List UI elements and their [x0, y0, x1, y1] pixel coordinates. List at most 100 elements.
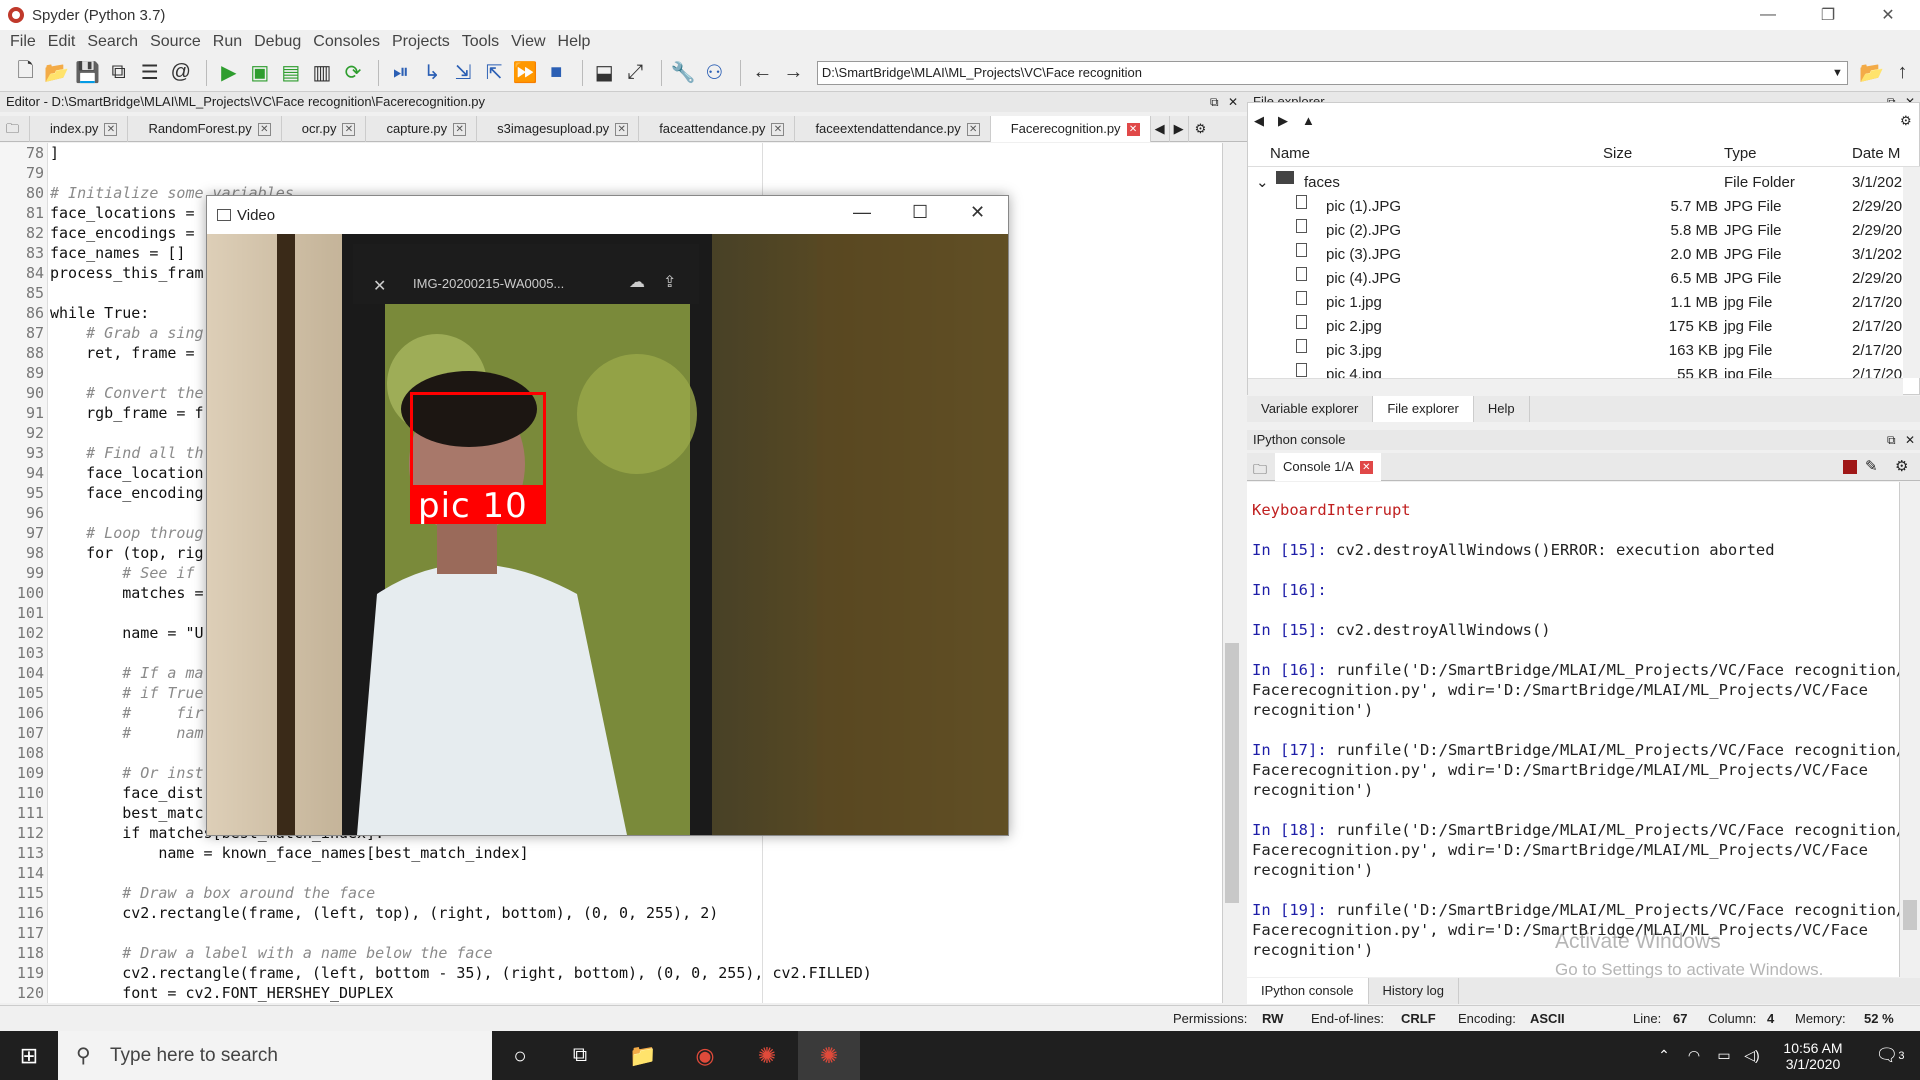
fullscreen-icon[interactable]: ⤢: [622, 59, 649, 87]
close-tab-icon[interactable]: ✕: [257, 122, 271, 136]
save-icon[interactable]: 💾: [74, 59, 101, 87]
browse-folder-icon[interactable]: 📂: [1858, 59, 1885, 87]
taskbar-search-box[interactable]: ⚲ Type here to search: [58, 1031, 492, 1080]
edit-icon[interactable]: ✎: [1865, 457, 1878, 475]
file-explorer-vscrollbar[interactable]: [1903, 167, 1920, 378]
menu-file[interactable]: File: [10, 33, 36, 51]
video-window[interactable]: Video — ☐ ✕ ✕ IMG-20200215-WA0005... ☁ ⇪…: [206, 195, 1009, 836]
wifi-icon[interactable]: ◠: [1680, 1031, 1708, 1080]
tab-facerecognition[interactable]: Facerecognition.py ✕: [990, 116, 1151, 142]
chrome-app-icon[interactable]: ◉: [674, 1031, 736, 1080]
tab-index[interactable]: index.py ✕: [30, 116, 129, 142]
minimize-button[interactable]: —: [1740, 0, 1796, 30]
close-tab-icon[interactable]: ✕: [1126, 122, 1140, 136]
close-tab-icon[interactable]: ✕: [966, 122, 980, 136]
file-row[interactable]: pic 3.jpg 163 KB jpg File 2/17/20: [1248, 339, 1903, 363]
col-type[interactable]: Type: [1724, 145, 1757, 162]
tab-s3imagesupload[interactable]: s3imagesupload.py ✕: [477, 116, 640, 142]
file-row[interactable]: pic (3).JPG 2.0 MB JPG File 3/1/202: [1248, 243, 1903, 267]
video-close-button[interactable]: ✕: [970, 202, 985, 223]
run-cell-icon[interactable]: ▣: [246, 59, 273, 87]
ipython-console-output[interactable]: KeyboardInterrupt In [15]: cv2.destroyAll…: [1247, 482, 1899, 977]
back-arrow-icon[interactable]: ←: [749, 59, 776, 87]
editor-options-gear-icon[interactable]: ⚙: [1189, 116, 1213, 142]
video-minimize-button[interactable]: —: [853, 202, 871, 223]
editor-scroll-thumb[interactable]: [1225, 643, 1239, 903]
console-scrollbar[interactable]: [1899, 482, 1919, 977]
file-row[interactable]: pic (4).JPG 6.5 MB JPG File 2/29/20: [1248, 267, 1903, 291]
working-directory-combobox[interactable]: D:\SmartBridge\MLAI\ML_Projects\VC\Face …: [816, 60, 1848, 85]
video-titlebar[interactable]: Video — ☐ ✕: [207, 196, 1008, 234]
open-file-icon[interactable]: 📂: [43, 59, 70, 87]
menu-search[interactable]: Search: [87, 33, 138, 51]
col-size[interactable]: Size: [1603, 145, 1632, 162]
close-tab-icon[interactable]: ✕: [104, 122, 118, 136]
run-icon[interactable]: ▶: [215, 59, 242, 87]
run-cell-advance-icon[interactable]: ▤: [277, 59, 304, 87]
rerun-icon[interactable]: ⟳: [339, 59, 366, 87]
menu-help[interactable]: Help: [558, 33, 591, 51]
browse-tabs-icon[interactable]: 🗀: [1253, 459, 1267, 483]
cortana-icon[interactable]: ○: [492, 1031, 548, 1080]
editor-scrollbar[interactable]: [1222, 143, 1240, 1003]
step-return-icon[interactable]: ⇱: [481, 59, 508, 87]
tab-history-log[interactable]: History log: [1369, 978, 1459, 1004]
tab-randomforest[interactable]: RandomForest.py ✕: [128, 116, 282, 142]
windows-start-icon[interactable]: ⊞: [0, 1031, 58, 1080]
parent-directory-icon[interactable]: ↑: [1889, 59, 1916, 87]
close-tab-icon[interactable]: ✕: [342, 122, 356, 136]
tab-file-explorer[interactable]: File explorer: [1373, 396, 1474, 422]
tab-help[interactable]: Help: [1474, 396, 1530, 422]
forward-icon[interactable]: ▶: [1278, 113, 1288, 129]
col-name[interactable]: Name: [1270, 145, 1310, 162]
outline-icon[interactable]: ☰: [136, 59, 163, 87]
close-tab-icon[interactable]: ✕: [453, 122, 467, 136]
tab-console-1a[interactable]: Console 1/A ✕: [1275, 453, 1381, 481]
back-icon[interactable]: ◀: [1254, 113, 1264, 129]
battery-icon[interactable]: ▭: [1710, 1031, 1738, 1080]
tab-capture[interactable]: capture.py ✕: [366, 116, 478, 142]
tab-faceextendattendance[interactable]: faceextendattendance.py ✕: [795, 116, 991, 142]
menu-tools[interactable]: Tools: [462, 33, 499, 51]
parent-icon[interactable]: ▲: [1302, 113, 1315, 128]
at-icon[interactable]: @: [167, 59, 194, 87]
console-scroll-thumb[interactable]: [1903, 900, 1917, 930]
forward-arrow-icon[interactable]: →: [780, 59, 807, 87]
menu-debug[interactable]: Debug: [254, 33, 301, 51]
step-icon[interactable]: ↳: [419, 59, 446, 87]
spyder-active-app-icon[interactable]: ✺: [798, 1031, 860, 1080]
menu-run[interactable]: Run: [213, 33, 242, 51]
file-row[interactable]: pic 2.jpg 175 KB jpg File 2/17/20: [1248, 315, 1903, 339]
tab-scroll-left-icon[interactable]: ◀: [1151, 116, 1170, 142]
volume-icon[interactable]: ◁): [1738, 1031, 1766, 1080]
tab-ipython-console[interactable]: IPython console: [1247, 978, 1369, 1004]
console-options-gear-icon[interactable]: ⚙: [1895, 457, 1908, 475]
browse-tabs-icon[interactable]: 🗀: [0, 116, 31, 142]
close-button[interactable]: ✕: [1860, 0, 1916, 30]
tab-ocr[interactable]: ocr.py ✕: [282, 116, 367, 142]
close-tab-icon[interactable]: ✕: [615, 122, 629, 136]
menu-view[interactable]: View: [511, 33, 545, 51]
debug-icon[interactable]: ⏯: [387, 59, 414, 87]
menu-consoles[interactable]: Consoles: [313, 33, 380, 51]
new-file-icon[interactable]: 🗋: [12, 59, 39, 87]
save-all-icon[interactable]: ⧉: [105, 59, 132, 87]
file-explorer-hscrollbar[interactable]: [1248, 378, 1903, 395]
file-row[interactable]: pic 1.jpg 1.1 MB jpg File 2/17/20: [1248, 291, 1903, 315]
stop-kernel-icon[interactable]: [1843, 460, 1857, 474]
menu-edit[interactable]: Edit: [48, 33, 76, 51]
file-row[interactable]: pic (2).JPG 5.8 MB JPG File 2/29/20: [1248, 219, 1903, 243]
collapse-arrow-icon[interactable]: ⌄: [1256, 171, 1269, 195]
close-tab-icon[interactable]: ✕: [771, 122, 785, 136]
tab-scroll-right-icon[interactable]: ▶: [1170, 116, 1189, 142]
chevron-down-icon[interactable]: ▼: [1832, 62, 1843, 84]
task-view-icon[interactable]: ⧉: [552, 1031, 608, 1080]
file-row[interactable]: pic (1).JPG 5.7 MB JPG File 2/29/20: [1248, 195, 1903, 219]
clock[interactable]: 10:56 AM 3/1/2020: [1770, 1031, 1856, 1080]
python-path-icon[interactable]: ⚇: [701, 59, 728, 87]
continue-icon[interactable]: ⏩: [512, 59, 539, 87]
step-into-icon[interactable]: ⇲: [450, 59, 477, 87]
tab-faceattendance[interactable]: faceattendance.py ✕: [639, 116, 796, 142]
close-pane-icon[interactable]: ✕: [1905, 430, 1915, 450]
file-explorer-app-icon[interactable]: 📁: [612, 1031, 674, 1080]
